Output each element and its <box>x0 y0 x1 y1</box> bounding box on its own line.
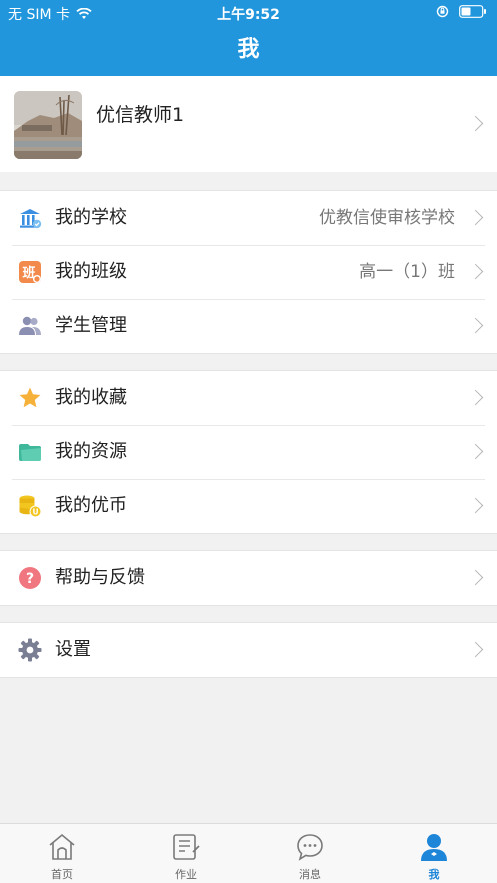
tab-bar: 首页 作业 消息 我 <box>0 823 497 883</box>
class-badge-icon: 班 <box>19 261 41 283</box>
menu-item-resources[interactable]: 我的资源 <box>0 425 497 479</box>
chevron-right-icon <box>467 569 484 586</box>
school-name-value: 优教信使审核学校 <box>319 208 455 228</box>
status-bar: 无 SIM 卡 上午9:52 <box>0 0 497 24</box>
class-name-value: 高一（1）班 <box>359 262 455 282</box>
clock: 上午9:52 <box>217 7 280 23</box>
school-icon <box>20 209 42 229</box>
menu-item-label: 我的优币 <box>55 495 127 516</box>
chevron-right-icon <box>467 115 484 132</box>
menu-item-label: 学生管理 <box>55 315 127 336</box>
message-icon <box>297 834 323 861</box>
menu-item-label: 帮助与反馈 <box>55 567 145 588</box>
tab-me[interactable]: 我 <box>372 824 496 883</box>
tab-label: 作业 <box>175 868 197 881</box>
menu-item-label: 我的班级 <box>55 261 127 282</box>
personal-section: 我的收藏 我的资源 U 我的优币 <box>0 370 497 534</box>
menu-item-label: 我的收藏 <box>55 387 127 408</box>
home-icon <box>49 833 75 860</box>
orientation-lock-icon <box>436 5 449 18</box>
menu-item-help-feedback[interactable]: ? 帮助与反馈 <box>0 551 497 605</box>
tab-label: 首页 <box>51 868 73 881</box>
chevron-right-icon <box>467 209 484 226</box>
menu-item-label: 我的资源 <box>55 441 127 462</box>
students-icon <box>19 316 41 335</box>
menu-item-my-school[interactable]: 我的学校 优教信使审核学校 <box>0 191 497 245</box>
avatar-photo <box>14 91 82 159</box>
battery-icon <box>459 5 486 18</box>
avatar[interactable] <box>14 91 82 159</box>
help-icon: ? <box>19 567 41 589</box>
tab-home[interactable]: 首页 <box>0 824 124 883</box>
homework-icon <box>173 834 200 860</box>
tab-messages[interactable]: 消息 <box>248 824 372 883</box>
svg-text:?: ? <box>26 571 34 587</box>
svg-text:U: U <box>32 508 38 517</box>
chevron-right-icon <box>467 389 484 406</box>
tab-label: 我 <box>428 868 440 881</box>
settings-section: 设置 <box>0 622 497 678</box>
menu-item-coins[interactable]: U 我的优币 <box>0 479 497 533</box>
user-icon <box>421 834 447 861</box>
menu-item-settings[interactable]: 设置 <box>0 623 497 677</box>
tab-homework[interactable]: 作业 <box>124 824 248 883</box>
chevron-right-icon <box>467 497 484 514</box>
chevron-right-icon <box>467 641 484 658</box>
chevron-right-icon <box>467 443 484 460</box>
menu-item-label: 设置 <box>55 639 91 660</box>
school-section: 我的学校 优教信使审核学校 班 我的班级 高一（1）班 学生管理 <box>0 190 497 354</box>
menu-item-favorites[interactable]: 我的收藏 <box>0 371 497 425</box>
page-title: 我 <box>0 24 497 76</box>
profile-name: 优信教师1 <box>96 104 185 126</box>
help-section: ? 帮助与反馈 <box>0 550 497 606</box>
profile-row[interactable]: 优信教师1 <box>0 76 497 172</box>
tab-label: 消息 <box>299 868 321 881</box>
menu-item-student-management[interactable]: 学生管理 <box>0 299 497 353</box>
menu-item-my-class[interactable]: 班 我的班级 高一（1）班 <box>0 245 497 299</box>
status-right <box>436 5 487 18</box>
chevron-right-icon <box>467 263 484 280</box>
coins-icon: U <box>19 495 42 518</box>
folder-icon <box>19 444 41 461</box>
star-icon <box>19 387 41 408</box>
gear-icon <box>18 638 42 662</box>
chevron-right-icon <box>467 317 484 334</box>
menu-item-label: 我的学校 <box>55 207 127 228</box>
